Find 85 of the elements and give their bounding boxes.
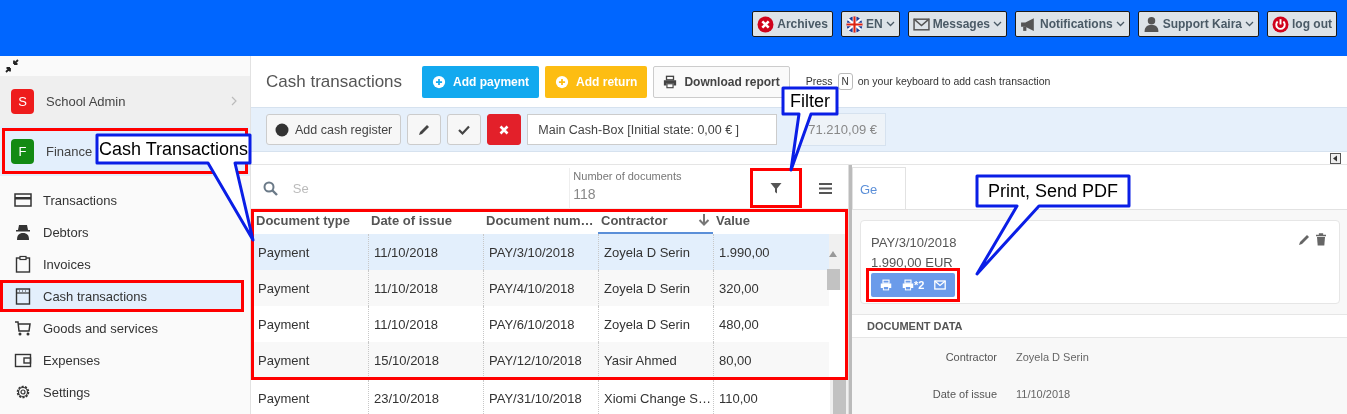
menu-icon — [817, 181, 833, 195]
delete-button[interactable] — [487, 114, 522, 145]
messages-button[interactable]: Messages — [907, 11, 1007, 37]
table-cell: 80,00 — [713, 342, 828, 378]
module-label: School Admin — [46, 93, 126, 109]
clipboard-icon — [14, 255, 32, 273]
filter-icon — [770, 182, 783, 194]
printer-icon — [663, 74, 678, 89]
table-cell-text: Payment — [257, 315, 311, 334]
scrollbar[interactable] — [830, 380, 848, 414]
collapse-icon[interactable] — [4, 58, 20, 74]
table-cell: 15/10/2018 — [368, 342, 483, 378]
document-number: PAY/3/10/2018 — [871, 235, 957, 250]
column-header[interactable]: Document num… — [483, 209, 598, 234]
section-heading: DOCUMENT DATA — [852, 314, 1347, 338]
add-cash-register-button[interactable]: Add cash register — [266, 114, 402, 145]
envelope-icon — [912, 15, 930, 33]
sidebar-item[interactable]: Invoices — [0, 248, 244, 280]
sidebar-item[interactable]: Transactions — [0, 184, 244, 216]
table-cell: PAY/12/10/2018 — [483, 342, 598, 378]
table-cell-text: Payment — [257, 243, 311, 262]
power-icon — [1272, 15, 1289, 33]
table-cell: Yasir Ahmed — [598, 342, 713, 378]
column-header[interactable]: Value — [713, 209, 828, 234]
envelope-icon — [934, 279, 947, 291]
table-cell: 23/10/2018 — [368, 380, 483, 414]
module-badge: F — [11, 138, 34, 164]
table-cell-text: Payment — [257, 279, 311, 298]
cash-register-select[interactable]: Main Cash-Box [Initial state: 0,00 € ] — [527, 114, 778, 145]
field-label: Date of issue — [931, 387, 997, 400]
trash-icon[interactable] — [1315, 233, 1327, 246]
sidebar-item[interactable]: Settings — [0, 376, 244, 408]
scrollbar[interactable] — [829, 234, 847, 290]
circle-icon — [275, 122, 289, 137]
megaphone-icon — [1020, 15, 1037, 33]
sidebar-item[interactable]: Expenses — [0, 344, 244, 376]
document-count: 118 — [573, 186, 597, 202]
language-button[interactable]: EN — [840, 11, 900, 37]
logout-button[interactable]: log out — [1267, 11, 1337, 37]
filter-button[interactable] — [750, 168, 803, 208]
column-header[interactable]: Document type — [253, 209, 368, 234]
download-report-button[interactable]: Download report — [653, 65, 790, 98]
sidebar-item[interactable]: Cash transactions — [0, 280, 244, 312]
module-label: Finance — [46, 143, 93, 159]
spy-icon — [14, 223, 32, 241]
table-cell: Xiomi Change S… — [598, 380, 713, 414]
confirm-button[interactable] — [447, 114, 482, 145]
printer-icon — [880, 279, 892, 291]
search-icon — [263, 180, 279, 196]
edit-button[interactable] — [407, 114, 442, 145]
card-icon — [14, 191, 32, 209]
user-button[interactable]: Support Kaira — [1137, 11, 1259, 37]
document-amount: 1.990,00 EUR — [871, 255, 953, 270]
module-badge: S — [11, 88, 34, 114]
table-cell: 110,00 — [713, 380, 828, 414]
sidebar-item[interactable]: Goods and services — [0, 312, 244, 344]
search-field[interactable]: Se — [290, 168, 570, 208]
field-value: Zoyela D Serin — [1016, 350, 1089, 363]
archives-button[interactable]: Archives — [752, 11, 833, 37]
gear-icon — [14, 383, 32, 401]
panel-toggle-icon[interactable] — [1330, 152, 1341, 164]
x-circle-icon — [757, 15, 775, 33]
column-header[interactable]: Date of issue — [368, 209, 483, 234]
table-cell: PAY/31/10/2018 — [483, 380, 598, 414]
register-icon — [14, 287, 32, 305]
sidebar-item[interactable]: Debtors — [0, 216, 244, 248]
notifications-button[interactable]: Notifications — [1015, 11, 1130, 37]
flag-icon — [845, 15, 863, 33]
pencil-icon — [417, 122, 432, 137]
field-label: Contractor — [944, 350, 997, 363]
pencil-icon[interactable] — [1298, 233, 1310, 246]
field-value: 11/10/2018 — [1016, 387, 1071, 400]
plus-circle-icon — [555, 74, 570, 89]
chevron-right-icon — [230, 96, 238, 106]
table-cell-text: Payment — [257, 351, 311, 370]
user-icon — [1142, 15, 1160, 33]
module-item[interactable]: S School Admin — [0, 76, 250, 126]
page-title: Cash transactions — [266, 71, 403, 92]
cart-icon — [14, 319, 32, 337]
wallet-icon — [14, 351, 32, 369]
plus-circle-icon — [432, 74, 447, 89]
arrow-down-icon — [698, 213, 710, 226]
printer-icon — [902, 279, 914, 291]
table-cell-text: Payment — [257, 389, 311, 408]
count-label: Number of documents — [573, 170, 683, 182]
